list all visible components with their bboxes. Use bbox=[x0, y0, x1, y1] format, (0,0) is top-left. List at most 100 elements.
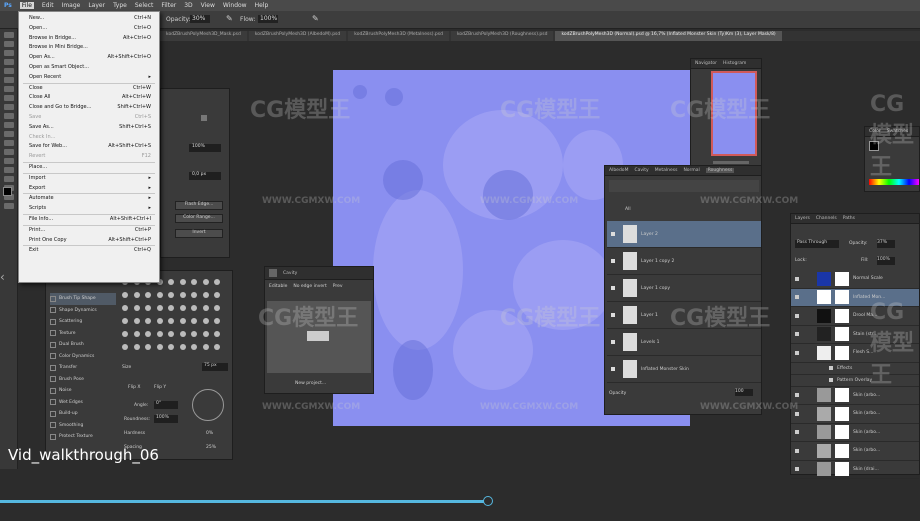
editable-checkbox[interactable]: Editable bbox=[269, 284, 287, 289]
brush-setting-item[interactable]: Noise bbox=[50, 385, 116, 397]
channel-filter[interactable]: All bbox=[625, 207, 631, 212]
crop-tool-icon[interactable] bbox=[4, 68, 14, 74]
flow-field[interactable]: 100% bbox=[258, 15, 278, 23]
type-tool-icon[interactable] bbox=[4, 167, 14, 173]
brush-tip-icon[interactable] bbox=[168, 318, 174, 324]
file-menu-item[interactable]: Open As... Alt+Shift+Ctrl+O bbox=[19, 53, 159, 63]
brush-tip-icon[interactable] bbox=[133, 305, 140, 311]
brush-tip-icon[interactable] bbox=[202, 331, 209, 337]
menu-window[interactable]: Window bbox=[223, 2, 247, 9]
visibility-eye-icon[interactable] bbox=[829, 366, 833, 370]
brush-tip-icon[interactable] bbox=[122, 292, 128, 298]
marquee-tool-icon[interactable] bbox=[4, 41, 14, 47]
brush-tip-icon[interactable] bbox=[168, 344, 174, 350]
file-menu-item[interactable]: Open... Ctrl+O bbox=[19, 24, 159, 34]
brush-setting-item[interactable]: Texture bbox=[50, 328, 116, 340]
brush-setting-item[interactable]: Shape Dynamics bbox=[50, 305, 116, 317]
tab-albedo[interactable]: kodZBrushPolyMesh3D (AlbedoM).psd bbox=[248, 31, 347, 41]
file-menu-item[interactable]: Export ▸ bbox=[19, 184, 159, 194]
brush-tip-icon[interactable] bbox=[202, 292, 209, 298]
menu-3d[interactable]: 3D bbox=[184, 2, 192, 9]
pen-tool-icon[interactable] bbox=[4, 158, 14, 164]
brush-setting-item[interactable]: Wet Edges bbox=[50, 397, 116, 409]
flip-x-checkbox[interactable]: Flip X bbox=[128, 385, 140, 390]
history-brush-tool-icon[interactable] bbox=[4, 113, 14, 119]
menu-type[interactable]: Type bbox=[113, 2, 127, 9]
file-menu-item[interactable]: Save Ctrl+S bbox=[19, 113, 159, 123]
menu-filter[interactable]: Filter bbox=[161, 2, 176, 9]
preview-checkbox[interactable]: Prev bbox=[333, 284, 343, 289]
brush-tip-icon[interactable] bbox=[156, 344, 163, 350]
brush-setting-item[interactable]: Brush Tip Shape bbox=[50, 293, 116, 305]
visibility-eye-icon[interactable] bbox=[795, 393, 799, 398]
menu-help[interactable]: Help bbox=[255, 2, 269, 9]
checkbox-icon[interactable] bbox=[50, 433, 56, 440]
density-field[interactable]: 100% bbox=[189, 144, 221, 152]
visibility-eye-icon[interactable] bbox=[611, 313, 615, 317]
tab-roughness[interactable]: kodZBrushPolyMesh3D (Roughness).psd bbox=[450, 31, 554, 41]
file-menu-item[interactable]: Close and Go to Bridge... Shift+Ctrl+W bbox=[19, 103, 159, 113]
brush-tip-icon[interactable] bbox=[145, 331, 151, 337]
brush-tip-icon[interactable] bbox=[122, 305, 128, 311]
no-edge-invert-checkbox[interactable]: No edge invert bbox=[293, 284, 326, 289]
layer-row[interactable]: Skin (arbo... bbox=[791, 387, 919, 405]
visibility-eye-icon[interactable] bbox=[795, 350, 799, 355]
eraser-tool-icon[interactable] bbox=[4, 122, 14, 128]
visibility-eye-icon[interactable] bbox=[795, 276, 799, 281]
brush-tip-icon[interactable] bbox=[145, 292, 151, 298]
channels-tab[interactable]: AlbedoM bbox=[609, 168, 628, 173]
brush-tip-icon[interactable] bbox=[191, 279, 197, 285]
feather-field[interactable]: 0,0 px bbox=[189, 172, 221, 180]
brush-tip-icon[interactable] bbox=[202, 344, 209, 350]
fill-field[interactable]: 100% bbox=[877, 257, 895, 265]
healing-tool-icon[interactable] bbox=[4, 86, 14, 92]
layer-row[interactable]: Normal Scale bbox=[791, 270, 919, 289]
pressure-icon[interactable]: ✎ bbox=[312, 14, 319, 23]
brush-tip-icon[interactable] bbox=[214, 331, 220, 337]
file-menu-item[interactable]: Save for Web... Alt+Shift+Ctrl+S bbox=[19, 142, 159, 152]
file-menu-item[interactable]: Print One Copy Alt+Shift+Ctrl+P bbox=[19, 236, 159, 246]
channels-tab[interactable]: Normal bbox=[683, 168, 699, 173]
panel-menu-icon[interactable] bbox=[201, 115, 207, 121]
brush-tip-icon[interactable] bbox=[202, 305, 209, 311]
channel-layer-row[interactable]: Inflated Monster Skin bbox=[607, 356, 761, 383]
brush-tip-icon[interactable] bbox=[191, 318, 197, 324]
menu-image[interactable]: Image bbox=[62, 2, 81, 9]
checkbox-icon[interactable] bbox=[50, 295, 56, 302]
menu-edit[interactable]: Edit bbox=[42, 2, 54, 9]
brush-tip-icon[interactable] bbox=[179, 331, 186, 337]
size-field[interactable]: 75 px bbox=[202, 363, 228, 371]
navigator-tab[interactable]: Navigator bbox=[695, 61, 717, 66]
brush-tip-icon[interactable] bbox=[179, 305, 186, 311]
invert-button[interactable]: Invert bbox=[175, 229, 223, 238]
brush-tip-icon[interactable] bbox=[214, 305, 220, 311]
brush-setting-item[interactable]: Scattering bbox=[50, 316, 116, 328]
brush-tip-icon[interactable] bbox=[122, 344, 128, 350]
brush-tip-icon[interactable] bbox=[214, 292, 220, 298]
layers-tab[interactable]: Paths bbox=[843, 216, 855, 221]
layer-row[interactable]: Skin (arbo... bbox=[791, 405, 919, 424]
video-progress-track[interactable] bbox=[0, 496, 920, 506]
brush-tip-icon[interactable] bbox=[202, 279, 209, 285]
checkbox-icon[interactable] bbox=[50, 353, 56, 360]
channels-tab[interactable]: Metalness bbox=[655, 168, 678, 173]
brush-tip-icon[interactable] bbox=[145, 344, 151, 350]
file-menu-item[interactable]: Automate ▸ bbox=[19, 194, 159, 204]
brush-tip-icon[interactable] bbox=[122, 318, 128, 324]
channels-tab[interactable]: Cavity bbox=[634, 168, 648, 173]
brush-tip-icon[interactable] bbox=[214, 344, 220, 350]
brush-tip-icon[interactable] bbox=[179, 279, 186, 285]
dodge-tool-icon[interactable] bbox=[4, 149, 14, 155]
brush-tip-icon[interactable] bbox=[191, 305, 197, 311]
menu-file[interactable]: File bbox=[19, 2, 34, 9]
histogram-tab[interactable]: Histogram bbox=[723, 61, 746, 66]
checkbox-icon[interactable] bbox=[50, 422, 56, 429]
file-menu-item[interactable]: Open Recent ▸ bbox=[19, 73, 159, 83]
brush-setting-item[interactable]: Brush Pose bbox=[50, 374, 116, 386]
foreground-color-swatch[interactable] bbox=[3, 187, 12, 196]
file-menu-item[interactable]: Scripts ▸ bbox=[19, 204, 159, 214]
file-menu-item[interactable]: Place... bbox=[19, 163, 159, 173]
new-project-button[interactable]: New project... bbox=[295, 381, 326, 386]
brush-tip-icon[interactable] bbox=[179, 292, 186, 298]
move-tool-icon[interactable] bbox=[4, 32, 14, 38]
